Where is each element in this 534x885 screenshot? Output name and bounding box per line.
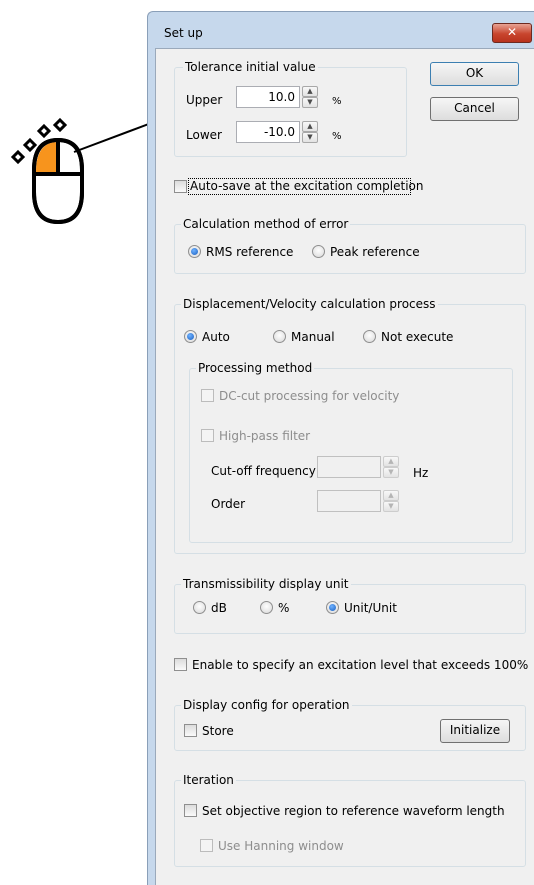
unit-unit-radio[interactable] — [326, 601, 339, 614]
high-pass-checkbox[interactable] — [201, 429, 214, 442]
upper-unit: % — [332, 96, 342, 107]
order-input[interactable] — [317, 490, 381, 512]
high-pass-label[interactable]: High-pass filter — [219, 429, 310, 443]
spin-up-icon[interactable]: ▲ — [383, 490, 399, 501]
manual-label[interactable]: Manual — [291, 330, 335, 344]
rms-reference-label[interactable]: RMS reference — [206, 245, 293, 259]
close-button[interactable]: ✕ — [492, 23, 532, 43]
excitation-level-checkbox[interactable] — [174, 658, 187, 671]
spin-down-icon[interactable]: ▼ — [302, 97, 318, 108]
cancel-button[interactable]: Cancel — [430, 97, 519, 121]
peak-reference-radio[interactable] — [312, 245, 325, 258]
disp-vel-group-label: Displacement/Velocity calculation proces… — [181, 297, 438, 311]
cutoff-spinner[interactable]: ▲ ▼ — [383, 456, 399, 478]
percent-radio[interactable] — [260, 601, 273, 614]
lower-unit: % — [332, 131, 342, 142]
upper-spinner[interactable]: ▲ ▼ — [302, 86, 318, 108]
dialog-title: Set up — [164, 26, 203, 40]
auto-label[interactable]: Auto — [202, 330, 230, 344]
objective-region-label[interactable]: Set objective region to reference wavefo… — [202, 804, 505, 818]
lower-spinner[interactable]: ▲ ▼ — [302, 121, 318, 143]
upper-input[interactable]: 10.0 — [236, 86, 300, 108]
iteration-group-label: Iteration — [181, 773, 236, 787]
store-label[interactable]: Store — [202, 724, 234, 738]
display-config-group-label: Display config for operation — [181, 698, 352, 712]
lower-input[interactable]: -10.0 — [236, 121, 300, 143]
store-checkbox[interactable] — [184, 724, 197, 737]
dc-cut-label[interactable]: DC-cut processing for velocity — [219, 389, 399, 403]
iteration-group — [174, 780, 526, 867]
rms-reference-radio[interactable] — [188, 245, 201, 258]
calc-error-group-label: Calculation method of error — [181, 217, 351, 231]
transmissibility-group-label: Transmissibility display unit — [181, 577, 351, 591]
hanning-window-label[interactable]: Use Hanning window — [218, 839, 344, 853]
order-spinner[interactable]: ▲ ▼ — [383, 490, 399, 512]
autosave-checkbox[interactable] — [174, 180, 187, 193]
not-execute-radio[interactable] — [363, 330, 376, 343]
spin-up-icon[interactable]: ▲ — [383, 456, 399, 467]
tolerance-group — [174, 67, 407, 157]
autosave-label[interactable]: Auto-save at the excitation completion — [190, 179, 424, 193]
percent-label[interactable]: % — [278, 601, 289, 615]
spin-down-icon[interactable]: ▼ — [383, 501, 399, 512]
processing-method-label: Processing method — [196, 361, 315, 375]
dc-cut-checkbox[interactable] — [201, 389, 214, 402]
initialize-button[interactable]: Initialize — [440, 719, 510, 743]
hanning-window-checkbox[interactable] — [200, 839, 213, 852]
manual-radio[interactable] — [273, 330, 286, 343]
excitation-level-label[interactable]: Enable to specify an excitation level th… — [192, 658, 528, 672]
cutoff-frequency-label: Cut-off frequency — [211, 464, 316, 478]
not-execute-label[interactable]: Not execute — [381, 330, 453, 344]
upper-label: Upper — [186, 93, 223, 107]
db-radio[interactable] — [193, 601, 206, 614]
db-label[interactable]: dB — [211, 601, 227, 615]
objective-region-checkbox[interactable] — [184, 804, 197, 817]
unit-unit-label[interactable]: Unit/Unit — [344, 601, 397, 615]
lower-label: Lower — [186, 128, 222, 142]
spin-up-icon[interactable]: ▲ — [302, 121, 318, 132]
cutoff-frequency-input[interactable] — [317, 456, 381, 478]
order-label: Order — [211, 497, 246, 511]
spin-down-icon[interactable]: ▼ — [302, 132, 318, 143]
peak-reference-label[interactable]: Peak reference — [330, 245, 420, 259]
tolerance-group-label: Tolerance initial value — [183, 60, 318, 74]
cutoff-unit: Hz — [413, 466, 429, 480]
spin-down-icon[interactable]: ▼ — [383, 467, 399, 478]
title-bar[interactable]: Set up ✕ — [152, 21, 534, 45]
spin-up-icon[interactable]: ▲ — [302, 86, 318, 97]
ok-button[interactable]: OK — [430, 62, 519, 86]
auto-radio[interactable] — [184, 330, 197, 343]
